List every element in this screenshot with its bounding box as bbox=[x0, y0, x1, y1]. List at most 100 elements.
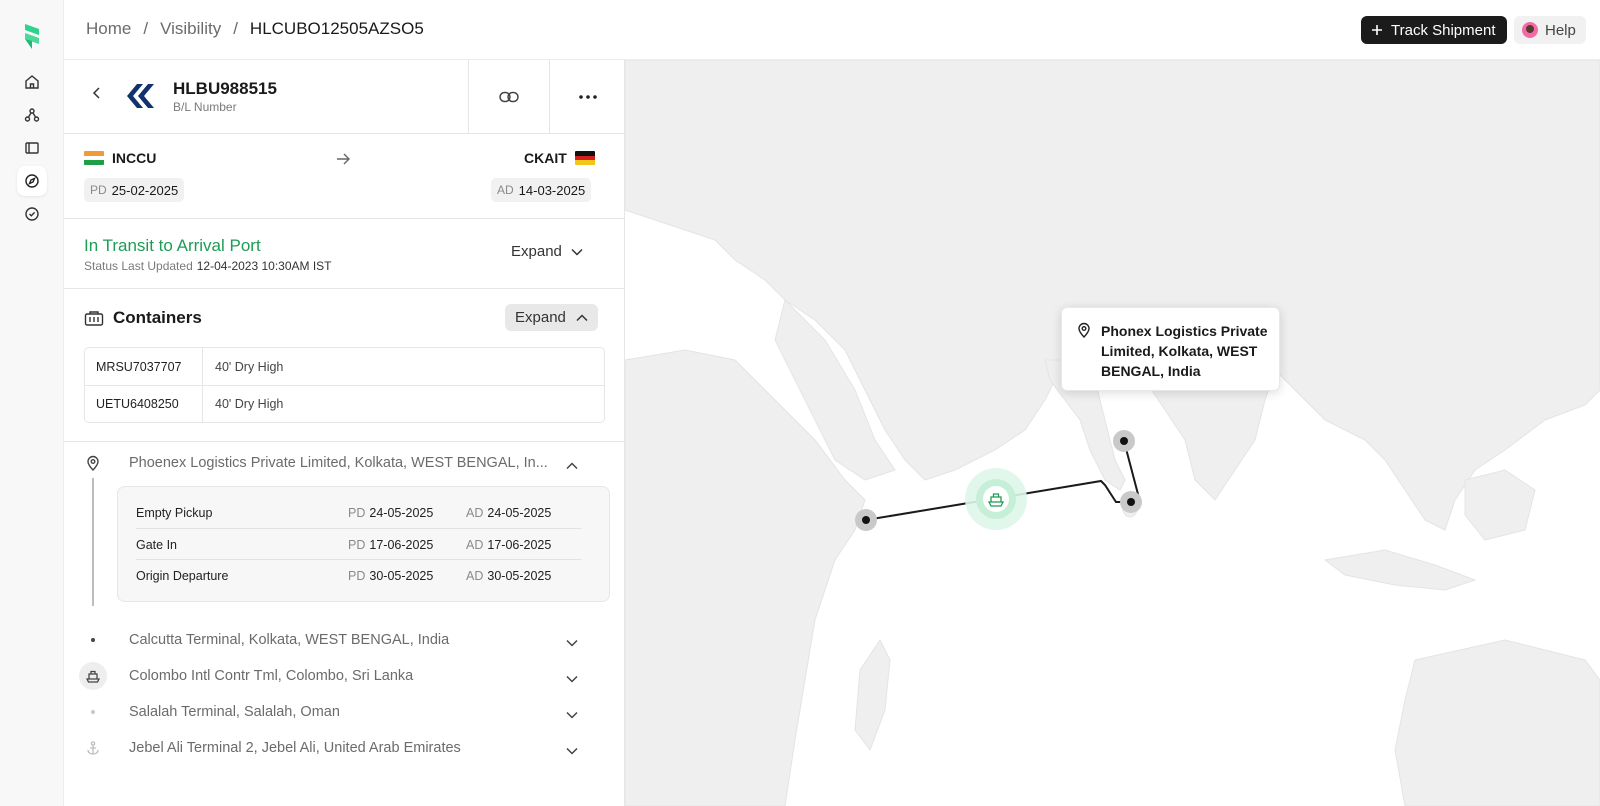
status-expand-label: Expand bbox=[511, 243, 562, 260]
event-name: Gate In bbox=[136, 538, 177, 552]
status-updated-label: Status Last Updated bbox=[84, 259, 193, 273]
event-pd-tag: PD bbox=[348, 538, 366, 552]
chevron-down-icon[interactable] bbox=[566, 634, 578, 652]
link-icon bbox=[499, 91, 519, 103]
map-location-tooltip: Phonex Logistics Private Limited, Kolkat… bbox=[1061, 307, 1280, 391]
back-arrow-icon[interactable] bbox=[90, 86, 104, 105]
route-stop-marker bbox=[855, 509, 877, 531]
chevron-down-icon bbox=[571, 248, 583, 256]
destination-port: CKAIT bbox=[524, 150, 595, 166]
timeline-stop[interactable]: Calcutta Terminal, Kolkata, WEST BENGAL,… bbox=[64, 626, 625, 656]
containers-section: Containers Expand MRSU7037707 40' Dry Hi… bbox=[64, 289, 625, 442]
event-pd: PD 30-05-2025 bbox=[348, 569, 433, 583]
nav-network-icon[interactable] bbox=[17, 100, 47, 130]
nav-tasks-check-icon[interactable] bbox=[17, 199, 47, 229]
route-map[interactable] bbox=[625, 60, 1600, 806]
track-shipment-label: Track Shipment bbox=[1391, 21, 1496, 39]
destination-date-tag: AD bbox=[497, 183, 514, 197]
help-button[interactable]: Help bbox=[1514, 16, 1586, 44]
origin-date: 25-02-2025 bbox=[111, 182, 179, 198]
event-ad: AD 24-05-2025 bbox=[466, 506, 551, 520]
container-id: MRSU7037707 bbox=[85, 348, 203, 385]
timeline-connector bbox=[92, 478, 94, 606]
containers-header: Containers bbox=[84, 308, 202, 328]
germany-flag-icon bbox=[574, 151, 595, 165]
breadcrumb: Home / Visibility / HLCUBO12505AZSO5 bbox=[86, 19, 424, 39]
dot-icon bbox=[79, 626, 107, 654]
landmass-madagascar bbox=[854, 639, 891, 752]
app-root: Home / Visibility / HLCUBO12505AZSO5 Tra… bbox=[0, 0, 1600, 806]
landmass-indonesia bbox=[1323, 549, 1477, 591]
chevron-up-icon[interactable] bbox=[566, 457, 578, 475]
event-pd: PD 24-05-2025 bbox=[348, 506, 433, 520]
bl-number: HLBU988515 bbox=[173, 79, 277, 98]
map-canvas bbox=[625, 60, 1600, 806]
event-pd-date: 24-05-2025 bbox=[369, 506, 434, 520]
event-ad: AD 30-05-2025 bbox=[466, 569, 551, 583]
containers-table: MRSU7037707 40' Dry High UETU6408250 40'… bbox=[84, 347, 605, 423]
list-item: Origin Departure PD 30-05-2025 AD 30-05-20… bbox=[136, 559, 581, 590]
breadcrumb-visibility[interactable]: Visibility bbox=[160, 19, 221, 39]
route-arrow-icon bbox=[336, 152, 350, 170]
nav-home-icon[interactable] bbox=[17, 67, 47, 97]
containers-title: Containers bbox=[113, 308, 202, 327]
table-row[interactable]: MRSU7037707 40' Dry High bbox=[85, 348, 604, 385]
vessel-marker bbox=[965, 468, 1027, 530]
timeline-stop-label: Calcutta Terminal, Kolkata, WEST BENGAL,… bbox=[129, 632, 450, 648]
bl-number-label: B/L Number bbox=[173, 100, 237, 114]
more-options-button[interactable] bbox=[549, 60, 625, 134]
ship-icon bbox=[79, 662, 107, 690]
bl-header: HLBU988515 B/L Number bbox=[64, 60, 625, 134]
route-summary: INCCU CKAIT PD 25-02-2025 AD 14-03-2025 bbox=[64, 134, 625, 219]
event-pd-tag: PD bbox=[348, 569, 366, 583]
origin-code: INCCU bbox=[112, 150, 157, 166]
event-ad-tag: AD bbox=[466, 506, 484, 520]
breadcrumb-home[interactable]: Home bbox=[86, 19, 131, 39]
copy-link-button[interactable] bbox=[468, 60, 549, 134]
status-title: In Transit to Arrival Port bbox=[84, 236, 261, 255]
container-type: 40' Dry High bbox=[215, 359, 284, 374]
carrier-logo-icon bbox=[124, 82, 160, 115]
help-label: Help bbox=[1545, 21, 1576, 39]
breadcrumb-separator: / bbox=[233, 19, 238, 38]
india-flag-icon bbox=[84, 151, 104, 165]
event-pd: PD 17-06-2025 bbox=[348, 538, 433, 552]
event-pd-date: 17-06-2025 bbox=[369, 538, 434, 552]
table-row[interactable]: UETU6408250 40' Dry High bbox=[85, 385, 604, 422]
sidebar bbox=[0, 0, 64, 806]
route-stop-marker bbox=[1120, 491, 1142, 513]
destination-date-chip: AD 14-03-2025 bbox=[491, 178, 592, 202]
timeline-stop[interactable]: Salalah Terminal, Salalah, Oman bbox=[64, 698, 625, 728]
chevron-down-icon[interactable] bbox=[566, 742, 578, 760]
event-pd-tag: PD bbox=[348, 506, 366, 520]
landmass-borneo bbox=[1464, 469, 1536, 541]
timeline-stop-label: Salalah Terminal, Salalah, Oman bbox=[129, 704, 340, 720]
nav-visibility-compass-icon[interactable] bbox=[17, 166, 47, 196]
status-updated-value: 12-04-2023 10:30AM IST bbox=[196, 259, 332, 273]
breadcrumb-separator: / bbox=[143, 19, 149, 38]
brand-logo-icon[interactable] bbox=[20, 22, 44, 50]
event-ad-date: 30-05-2025 bbox=[487, 569, 552, 583]
timeline-stop-label: Phoenex Logistics Private Limited, Kolka… bbox=[129, 455, 548, 471]
landmass-australia bbox=[1394, 639, 1600, 806]
event-ad-date: 24-05-2025 bbox=[487, 506, 552, 520]
chevron-down-icon[interactable] bbox=[566, 706, 578, 724]
containers-expand-button[interactable]: Expand bbox=[505, 304, 598, 331]
chevron-down-icon[interactable] bbox=[566, 670, 578, 688]
location-pin-icon bbox=[79, 449, 107, 477]
container-icon bbox=[84, 311, 104, 326]
timeline-stop[interactable]: Phoenex Logistics Private Limited, Kolka… bbox=[64, 449, 625, 479]
event-pd-date: 30-05-2025 bbox=[369, 569, 434, 583]
dot-icon bbox=[79, 698, 107, 726]
status-expand-button[interactable]: Expand bbox=[511, 243, 583, 260]
origin-port: INCCU bbox=[84, 150, 156, 166]
timeline-stop[interactable]: Jebel Ali Terminal 2, Jebel Ali, United … bbox=[64, 734, 625, 764]
map-tooltip-text: Phonex Logistics Private Limited, Kolkat… bbox=[1101, 323, 1268, 379]
timeline-stop-label: Jebel Ali Terminal 2, Jebel Ali, United … bbox=[129, 740, 461, 756]
event-name: Empty Pickup bbox=[136, 506, 213, 520]
status-section: In Transit to Arrival Port Status Last U… bbox=[64, 219, 625, 289]
timeline-stop[interactable]: Colombo Intl Contr Tml, Colombo, Sri Lan… bbox=[64, 662, 625, 692]
track-shipment-button[interactable]: Track Shipment bbox=[1361, 16, 1508, 44]
event-ad-date: 17-06-2025 bbox=[487, 538, 552, 552]
nav-documents-icon[interactable] bbox=[17, 133, 47, 163]
